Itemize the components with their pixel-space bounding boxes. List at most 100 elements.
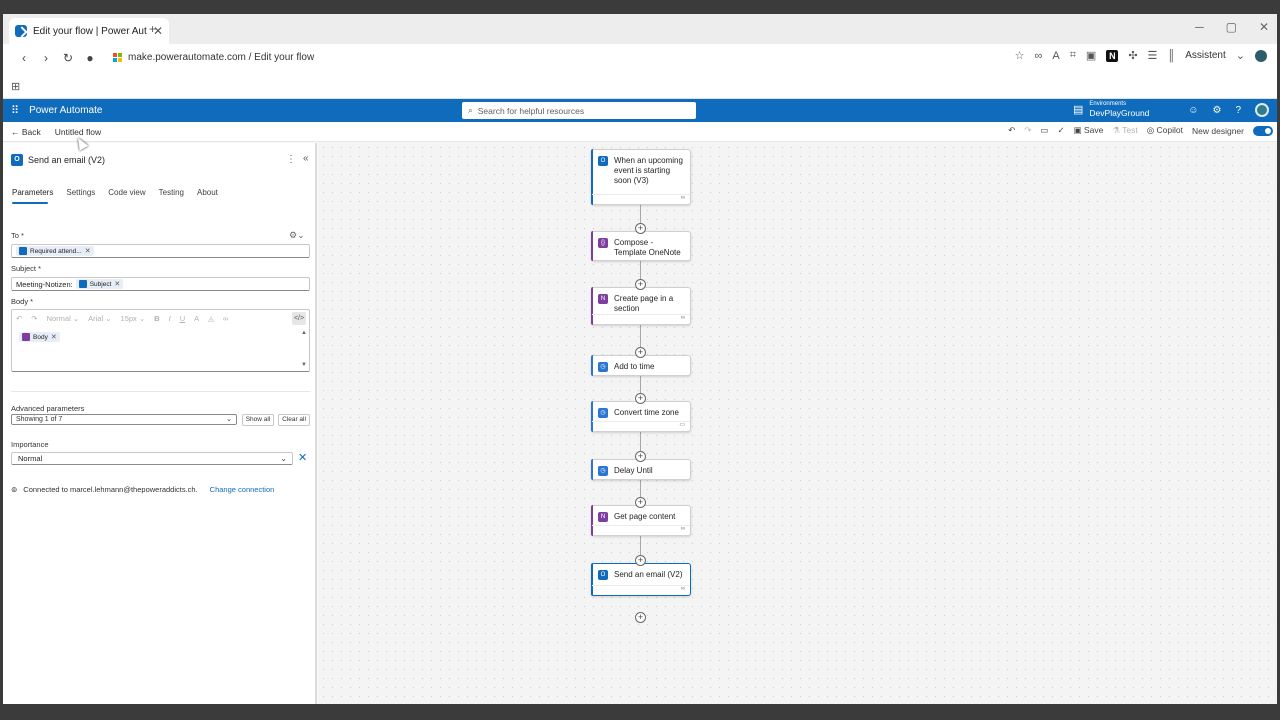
flow-node-add-to-time[interactable]: ◷ Add to time (591, 355, 691, 376)
body-token[interactable]: Body ✕ (19, 332, 60, 342)
add-step-button[interactable]: + (635, 223, 646, 234)
link-icon[interactable]: ∞ (1035, 50, 1043, 62)
add-step-button[interactable]: + (635, 279, 646, 290)
extension-icon[interactable]: ▣ (1086, 49, 1096, 62)
translate-icon[interactable]: A (1052, 50, 1059, 62)
user-avatar[interactable] (1255, 103, 1269, 117)
required-attendees-token[interactable]: Required attend... ✕ (16, 246, 94, 256)
tab-about[interactable]: About (197, 188, 218, 197)
screenshot-icon[interactable]: ⌗ (1070, 49, 1076, 62)
search-input[interactable]: ⌕ Search for helpful resources (462, 102, 696, 119)
add-step-button[interactable]: + (635, 347, 646, 358)
copilot-button[interactable]: ◎ Copilot (1147, 125, 1183, 136)
remove-token-icon[interactable]: ✕ (114, 280, 120, 288)
tab-parameters[interactable]: Parameters (12, 188, 53, 197)
add-step-button[interactable]: + (635, 393, 646, 404)
size-select[interactable]: 15px ⌄ (121, 314, 146, 323)
add-step-button[interactable]: + (635, 497, 646, 508)
node-title: Add to time (614, 362, 655, 371)
italic-icon[interactable]: I (169, 314, 171, 323)
flow-node-trigger[interactable]: O When an upcoming event is starting soo… (591, 149, 691, 205)
body-editor[interactable]: ↶ ↷ Normal ⌄ Arial ⌄ 15px ⌄ B I U A ◬ ∞ … (11, 309, 310, 372)
assistant-button[interactable]: Assistent (1185, 50, 1226, 61)
change-connection-link[interactable]: Change connection (210, 485, 275, 494)
microphone-icon[interactable]: ● (79, 51, 101, 65)
audio-icon[interactable]: ║ (1167, 50, 1175, 62)
font-color-icon[interactable]: A (194, 314, 199, 323)
panel-title[interactable]: Send an email (V2) (28, 155, 105, 165)
add-step-button[interactable]: + (635, 612, 646, 623)
clear-all-button[interactable]: Clear all (278, 414, 310, 426)
menu-lines-icon[interactable]: ☰ (1148, 49, 1158, 62)
puzzle-icon[interactable]: ✣ (1128, 49, 1137, 62)
node-footer (592, 585, 690, 595)
comment-icon[interactable]: ▭ (1040, 125, 1048, 136)
new-tab-icon[interactable]: + (149, 22, 156, 36)
add-step-button[interactable]: + (635, 451, 646, 462)
waffle-icon[interactable]: ⠿ (11, 104, 19, 117)
new-designer-toggle[interactable] (1253, 125, 1273, 136)
tab-settings[interactable]: Settings (66, 188, 95, 197)
tab-testing[interactable]: Testing (159, 188, 184, 197)
remove-token-icon[interactable]: ✕ (51, 333, 57, 341)
undo-icon[interactable]: ↶ (1008, 125, 1015, 136)
settings-icon[interactable]: ⚙ (1212, 105, 1221, 116)
reload-icon[interactable]: ↻ (57, 51, 79, 65)
importance-select[interactable]: Normal ⌄ (11, 452, 293, 465)
back-button[interactable]: ← Back (11, 127, 41, 137)
environment-picker[interactable]: ▤ Environments DevPlayGround (1073, 101, 1149, 118)
font-select[interactable]: Arial ⌄ (88, 314, 111, 323)
save-button[interactable]: ▣ Save (1074, 125, 1104, 136)
more-options-icon[interactable]: ⋮ (286, 154, 296, 165)
notion-icon[interactable]: N (1106, 49, 1119, 62)
to-field[interactable]: Required attend... ✕ (11, 244, 310, 258)
scroll-up-icon[interactable]: ▲ (301, 330, 307, 336)
maximize-icon[interactable]: ▢ (1226, 20, 1237, 34)
remove-token-icon[interactable]: ✕ (85, 247, 91, 255)
profile-avatar[interactable] (1255, 49, 1267, 62)
star-icon[interactable]: ☆ (1015, 49, 1025, 62)
flow-node-create-page[interactable]: N Create page in a section ∞ (591, 287, 691, 325)
collapse-panel-icon[interactable]: « (303, 153, 309, 164)
notifications-icon[interactable]: ☺ (1188, 105, 1198, 116)
tab-code-view[interactable]: Code view (108, 188, 145, 197)
power-automate-icon (15, 25, 27, 37)
node-title: Get page content (614, 512, 676, 521)
flow-node-send-email[interactable]: O Send an email (V2) ∞ (591, 563, 691, 596)
flow-node-delay-until[interactable]: ◷ Delay Until (591, 459, 691, 480)
flow-node-compose[interactable]: {} Compose - Template OneNote (591, 231, 691, 261)
scroll-down-icon[interactable]: ▼ (301, 362, 307, 368)
url-field[interactable]: make.powerautomate.com / Edit your flow (113, 52, 314, 63)
link-icon[interactable]: ∞ (223, 314, 228, 323)
code-view-icon[interactable]: </> (292, 312, 306, 325)
app-title[interactable]: Power Automate (29, 105, 102, 116)
redo-icon[interactable]: ↷ (1024, 125, 1031, 136)
flow-checker-icon[interactable]: ✓ (1057, 125, 1064, 136)
back-arrow-icon[interactable]: ‹ (13, 51, 35, 65)
flow-name[interactable]: Untitled flow (55, 127, 101, 137)
gear-icon[interactable]: ⚙⌄ (289, 230, 305, 241)
clear-importance-icon[interactable]: ✕ (298, 451, 307, 464)
style-select[interactable]: Normal ⌄ (47, 314, 80, 323)
help-icon[interactable]: ? (1235, 105, 1241, 116)
show-all-button[interactable]: Show all (242, 414, 274, 426)
bold-icon[interactable]: B (154, 314, 159, 323)
highlight-icon[interactable]: ◬ (208, 314, 214, 323)
undo-icon[interactable]: ↶ (16, 314, 22, 323)
apps-grid-icon[interactable]: ⊞ (11, 80, 20, 93)
flow-node-get-page-content[interactable]: N Get page content ∞ (591, 505, 691, 536)
window-close-icon[interactable]: ✕ (1259, 20, 1269, 34)
forward-arrow-icon[interactable]: › (35, 51, 57, 65)
advanced-parameters-select[interactable]: Showing 1 of 7 ⌄ (11, 414, 237, 425)
flow-node-convert-time-zone[interactable]: ◷ Convert time zone ▭ (591, 401, 691, 432)
subject-token[interactable]: Subject ✕ (75, 279, 124, 289)
add-step-button[interactable]: + (635, 555, 646, 566)
chevron-down-icon[interactable]: ⌄ (1236, 49, 1245, 62)
underline-icon[interactable]: U (180, 314, 185, 323)
flow-canvas[interactable]: O When an upcoming event is starting soo… (319, 143, 1277, 704)
minimize-icon[interactable]: ─ (1195, 20, 1204, 34)
subject-field[interactable]: Meeting-Notizen: Subject ✕ (11, 277, 310, 291)
test-button[interactable]: ⚗ Test (1112, 125, 1137, 136)
browser-tab[interactable]: Edit your flow | Power Autom ✕ (9, 18, 169, 44)
redo-icon[interactable]: ↷ (31, 314, 37, 323)
